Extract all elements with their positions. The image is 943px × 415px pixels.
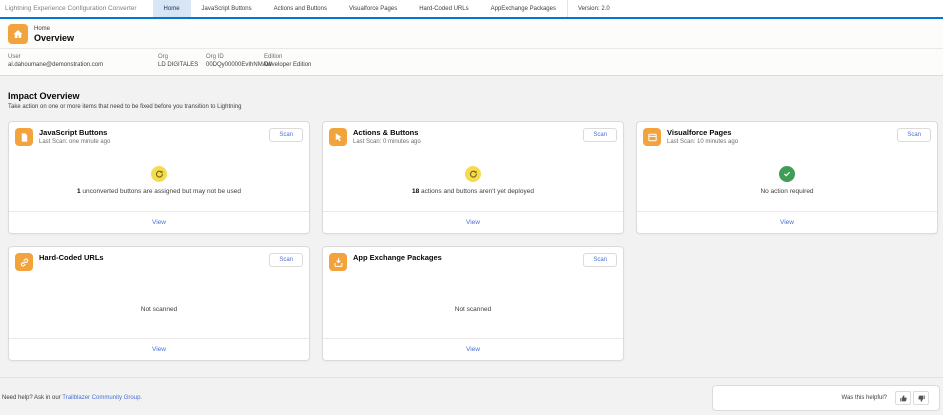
card-title: Hard-Coded URLs <box>39 253 104 262</box>
view-link[interactable]: View <box>466 219 480 226</box>
scan-button[interactable]: Scan <box>897 128 931 142</box>
org-info-row: User al.dahoumane@demonstration.com Org … <box>0 49 943 75</box>
field-edition: Edition Developer Edition <box>264 54 312 68</box>
card-last-scan: Last Scan: 0 minutes ago <box>353 139 421 145</box>
card-javascript-buttons: JavaScript Buttons Last Scan: one minute… <box>8 121 310 234</box>
view-link[interactable]: View <box>780 219 794 226</box>
thumbs-up-button[interactable] <box>895 391 911 405</box>
window-icon <box>643 128 661 146</box>
view-link[interactable]: View <box>152 219 166 226</box>
feedback-box: Was this helpful? <box>712 385 940 411</box>
card-visualforce-pages: Visualforce Pages Last Scan: 10 minutes … <box>636 121 938 234</box>
scan-button[interactable]: Scan <box>269 128 303 142</box>
card-title: Actions & Buttons <box>353 128 419 137</box>
tab-javascript-buttons[interactable]: JavaScript Buttons <box>191 0 263 17</box>
thumbs-up-icon <box>899 394 907 401</box>
view-link[interactable]: View <box>152 346 166 353</box>
field-org-id: Org ID 00DQy00000EvIhNMAW <box>206 54 273 68</box>
impact-overview-section: Impact Overview Take action on one or mo… <box>0 76 943 121</box>
footer-divider <box>0 377 943 378</box>
breadcrumb-text: Home Overview <box>34 26 74 43</box>
tab-hard-coded-urls[interactable]: Hard-Coded URLs <box>408 0 479 17</box>
card-status-message: No action required <box>760 188 814 195</box>
tab-appexchange-packages[interactable]: AppExchange Packages <box>480 0 567 17</box>
app-window: Lightning Experience Configuration Conve… <box>0 0 943 415</box>
check-icon <box>779 166 795 182</box>
scan-button[interactable]: Scan <box>583 253 617 267</box>
card-status-message: Not scanned <box>140 306 178 313</box>
field-org: Org LD DIGITALES <box>158 54 199 68</box>
refresh-icon <box>151 166 167 182</box>
card-title: JavaScript Buttons <box>39 128 108 137</box>
card-actions-buttons: Actions & Buttons Last Scan: 0 minutes a… <box>322 121 624 234</box>
breadcrumb-row: Home Overview <box>0 19 943 49</box>
refresh-icon <box>465 166 481 182</box>
card-last-scan: Last Scan: 10 minutes ago <box>667 139 739 145</box>
breadcrumb: Home <box>34 25 51 32</box>
card-hard-coded-urls: Hard-Coded URLs Scan Not scanned View <box>8 246 310 361</box>
cards-row-2: Hard-Coded URLs Scan Not scanned View Ap… <box>8 246 943 361</box>
top-nav: Lightning Experience Configuration Conve… <box>0 0 943 19</box>
card-title: App Exchange Packages <box>353 253 442 262</box>
page-header: Home Overview User al.dahoumane@demonstr… <box>0 19 943 76</box>
card-last-scan: Last Scan: one minute ago <box>39 139 111 145</box>
card-status-message: 1 unconverted buttons are assigned but m… <box>76 188 242 195</box>
document-icon <box>15 128 33 146</box>
section-title: Impact Overview <box>8 91 80 101</box>
thumbs-down-icon <box>917 395 925 402</box>
link-icon <box>15 253 33 271</box>
field-user: User al.dahoumane@demonstration.com <box>8 54 104 68</box>
version-label: Version: 2.0 <box>566 0 620 17</box>
scan-button[interactable]: Scan <box>583 128 617 142</box>
trailblazer-community-link[interactable]: Trailblazer Community Group. <box>62 395 142 401</box>
section-subtitle: Take action on one or more items that ne… <box>8 104 242 110</box>
tab-home[interactable]: Home <box>152 0 191 17</box>
cursor-icon <box>329 128 347 146</box>
card-title: Visualforce Pages <box>667 128 732 137</box>
tab-actions-and-buttons[interactable]: Actions and Buttons <box>263 0 338 17</box>
view-link[interactable]: View <box>466 346 480 353</box>
page-title: Overview <box>34 32 75 43</box>
card-status-message: 18 actions and buttons aren't yet deploy… <box>412 188 534 195</box>
card-app-exchange-packages: App Exchange Packages Scan Not scanned V… <box>322 246 624 361</box>
home-icon <box>8 24 28 44</box>
help-text: Need help? Ask in our Trailblazer Commun… <box>2 395 143 401</box>
app-title: Lightning Experience Configuration Conve… <box>5 5 137 12</box>
thumbs-down-button[interactable] <box>913 391 929 405</box>
scan-button[interactable]: Scan <box>269 253 303 267</box>
tab-visualforce-pages[interactable]: Visualforce Pages <box>338 0 408 17</box>
package-download-icon <box>329 253 347 271</box>
cards-row-1: JavaScript Buttons Last Scan: one minute… <box>8 121 943 234</box>
feedback-label: Was this helpful? <box>841 395 887 401</box>
card-status-message: Not scanned <box>454 306 492 313</box>
